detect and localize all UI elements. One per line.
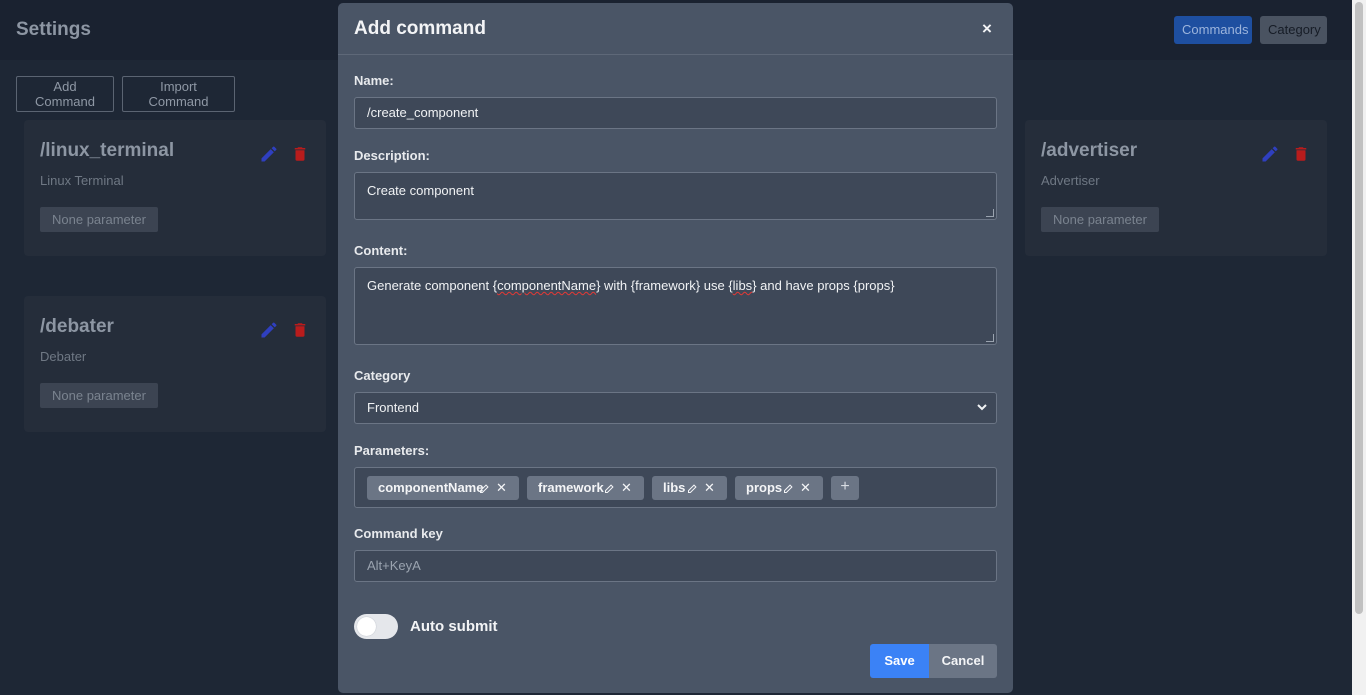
card-parameter-badge: None parameter	[1041, 207, 1159, 232]
close-icon[interactable]: ✕	[704, 476, 715, 500]
close-icon[interactable]: ✕	[621, 476, 632, 500]
pencil-icon[interactable]	[687, 482, 699, 494]
close-icon[interactable]: ×	[982, 19, 992, 39]
auto-submit-toggle[interactable]	[354, 614, 398, 639]
parameters-label: Parameters:	[354, 443, 430, 458]
category-select-value: Frontend	[367, 400, 420, 415]
parameters-box: componentName ✕ framework ✕ libs ✕ props…	[354, 467, 997, 508]
page-title: Settings	[16, 19, 91, 40]
trash-icon[interactable]	[1292, 144, 1310, 164]
close-icon[interactable]: ✕	[800, 476, 811, 500]
card-parameter-badge: None parameter	[40, 383, 158, 408]
card-title: /linux_terminal	[40, 140, 175, 161]
modal-header: Add command ×	[338, 3, 1013, 55]
name-input-value: /create_component	[367, 105, 479, 120]
parameter-chip-label: libs	[663, 480, 686, 495]
pencil-icon[interactable]	[259, 320, 279, 340]
nav-commands-button[interactable]: Commands	[1174, 16, 1252, 44]
card-description: Advertiser	[1041, 173, 1100, 188]
content-text-part: Generate component {	[367, 278, 498, 293]
save-button[interactable]: Save	[870, 644, 929, 678]
pencil-icon[interactable]	[479, 482, 491, 494]
auto-submit-label: Auto submit	[410, 618, 498, 635]
parameter-chip[interactable]: componentName ✕	[367, 476, 519, 500]
command-card-advertiser: /advertiser Advertiser None parameter	[1025, 120, 1327, 256]
content-text-misspelled: componentName	[497, 278, 597, 293]
parameter-chip-label: componentName	[378, 480, 484, 495]
card-title: /debater	[40, 316, 114, 337]
toggle-knob	[357, 617, 376, 636]
card-title: /advertiser	[1041, 140, 1138, 161]
card-description: Debater	[40, 349, 87, 364]
add-command-modal: Add command × Name: /create_component De…	[338, 3, 1013, 693]
command-card-debater: /debater Debater None parameter	[24, 296, 326, 432]
command-card-linux-terminal: /linux_terminal Linux Terminal None para…	[24, 120, 326, 256]
nav-category-button[interactable]: Category	[1260, 16, 1327, 44]
add-command-button[interactable]: Add Command	[16, 76, 114, 112]
chevron-down-icon	[977, 404, 987, 411]
pencil-icon[interactable]	[604, 482, 616, 494]
parameter-chip-label: props	[746, 480, 783, 495]
close-icon[interactable]: ✕	[496, 476, 507, 500]
scrollbar-thumb[interactable]	[1355, 2, 1363, 614]
add-parameter-button[interactable]: +	[831, 476, 859, 500]
name-input[interactable]: /create_component	[354, 97, 997, 129]
card-parameter-badge: None parameter	[40, 207, 158, 232]
content-text-part: } with {framework} use {	[596, 278, 733, 293]
page-scrollbar[interactable]	[1352, 0, 1366, 695]
pencil-icon[interactable]	[1260, 144, 1280, 164]
description-textarea-value: Create component	[367, 183, 474, 198]
trash-icon[interactable]	[291, 144, 309, 164]
resize-handle[interactable]	[986, 334, 994, 342]
import-command-button[interactable]: Import Command	[122, 76, 235, 112]
category-label: Category	[354, 368, 411, 383]
parameter-chip[interactable]: framework ✕	[527, 476, 644, 500]
description-textarea[interactable]: Create component	[354, 172, 997, 220]
resize-handle[interactable]	[986, 209, 994, 217]
cancel-button[interactable]: Cancel	[929, 644, 997, 678]
parameter-chip[interactable]: libs ✕	[652, 476, 727, 500]
content-label: Content:	[354, 243, 408, 258]
parameter-chip-label: framework	[538, 480, 604, 495]
name-label: Name:	[354, 73, 394, 88]
parameter-chip[interactable]: props ✕	[735, 476, 823, 500]
modal-title: Add command	[354, 18, 486, 39]
content-text-misspelled: libs	[732, 278, 753, 293]
command-key-input[interactable]: Alt+KeyA	[354, 550, 997, 582]
content-textarea[interactable]: Generate component {componentName} with …	[354, 267, 997, 345]
pencil-icon[interactable]	[259, 144, 279, 164]
description-label: Description:	[354, 148, 430, 163]
trash-icon[interactable]	[291, 320, 309, 340]
pencil-icon[interactable]	[783, 482, 795, 494]
command-key-label: Command key	[354, 526, 443, 541]
content-text-part: } and have props {props}	[752, 278, 895, 293]
card-description: Linux Terminal	[40, 173, 124, 188]
command-key-placeholder: Alt+KeyA	[367, 558, 421, 573]
category-select[interactable]: Frontend	[354, 392, 997, 424]
